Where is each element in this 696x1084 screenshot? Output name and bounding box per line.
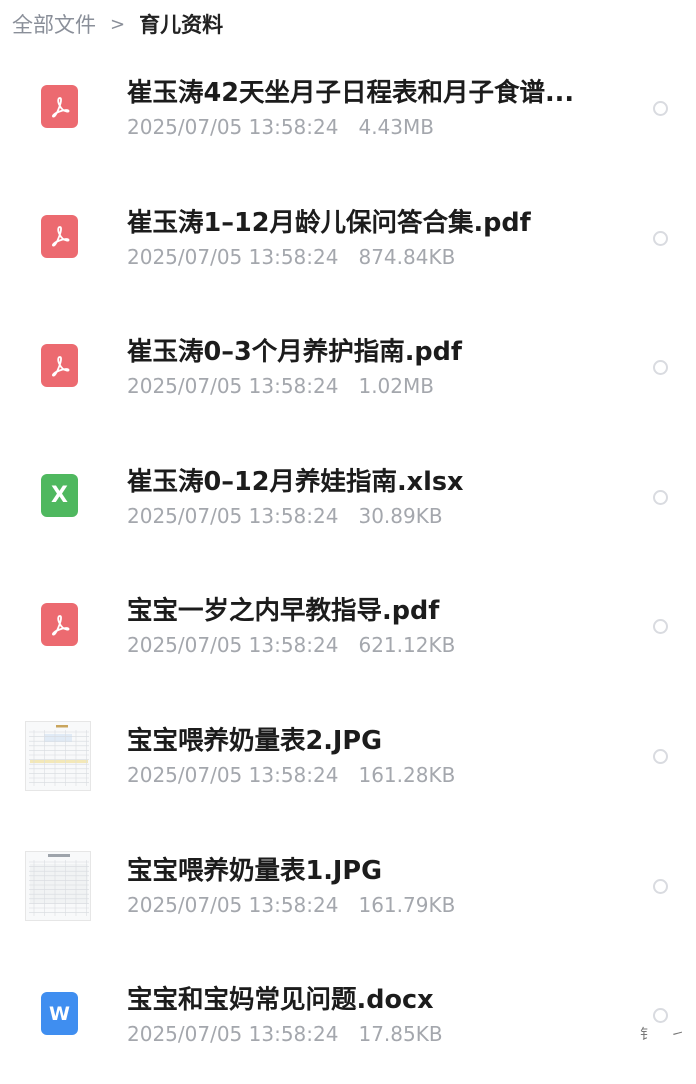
breadcrumb-current: 育儿资料: [139, 13, 224, 37]
select-radio[interactable]: [653, 878, 668, 894]
file-modified-date: 2025/07/05 13:58:24: [127, 892, 339, 917]
file-modified-date: 2025/07/05 13:58:24: [127, 633, 339, 658]
file-name[interactable]: 宝宝喂养奶量表1.JPG: [127, 850, 617, 887]
file-size: 30.89KB: [358, 503, 443, 528]
file-row[interactable]: 崔玉涛1–12月龄儿保问答合集.pdf 2025/07/05 13:58:24 87…: [0, 177, 696, 307]
breadcrumb: 全部文件 > 育儿资料: [12, 8, 223, 40]
pdf-icon: [41, 603, 78, 647]
file-row[interactable]: 宝宝喂养奶量表2.JPG 2025/07/05 13:58:24 161.28KB: [0, 695, 696, 825]
word-icon: W: [41, 992, 78, 1036]
breadcrumb-separator: >: [110, 13, 126, 35]
select-radio[interactable]: [653, 360, 668, 376]
file-name[interactable]: 崔玉涛0–3个月养护指南.pdf: [127, 331, 617, 368]
file-size: 17.85KB: [358, 1022, 443, 1047]
file-name[interactable]: 崔玉涛0–12月养娃指南.xlsx: [127, 461, 617, 498]
file-meta: 2025/07/05 13:58:24 874.84KB: [127, 245, 455, 269]
file-size: 161.79KB: [358, 892, 456, 917]
file-size: 621.12KB: [358, 633, 456, 658]
file-modified-date: 2025/07/05 13:58:24: [127, 115, 339, 139]
file-row[interactable]: 宝宝一岁之内早教指导.pdf 2025/07/05 13:58:24 621.12K…: [0, 565, 696, 695]
select-radio[interactable]: [653, 619, 668, 635]
image-thumbnail: [25, 850, 91, 921]
file-meta: 2025/07/05 13:58:24 30.89KB: [127, 504, 443, 528]
file-meta: 2025/07/05 13:58:24 1.02MB: [127, 374, 434, 398]
file-name[interactable]: 崔玉涛42天坐月子日程表和月子食谱...: [127, 72, 617, 109]
file-row[interactable]: 崔玉涛42天坐月子日程表和月子食谱... 2025/07/05 13:58:24 4…: [0, 47, 696, 177]
image-thumbnail: [25, 720, 91, 791]
select-radio[interactable]: [653, 748, 668, 764]
file-row[interactable]: X 崔玉涛0–12月养娃指南.xlsx 2025/07/05 13:58:24 30.…: [0, 436, 696, 566]
file-modified-date: 2025/07/05 13:58:24: [127, 244, 339, 269]
file-name[interactable]: 宝宝和宝妈常见问题.docx: [127, 979, 617, 1016]
file-meta: 2025/07/05 13:58:24 17.85KB: [127, 1022, 443, 1046]
file-name[interactable]: 宝宝喂养奶量表2.JPG: [127, 720, 617, 757]
file-row[interactable]: 崔玉涛0–3个月养护指南.pdf 2025/07/05 13:58:24 1.02M…: [0, 306, 696, 436]
select-radio[interactable]: [653, 230, 668, 246]
file-row[interactable]: W 宝宝和宝妈常见问题.docx 2025/07/05 13:58:24 17.85K…: [0, 954, 696, 1084]
file-meta: 2025/07/05 13:58:24 621.12KB: [127, 633, 455, 657]
file-size: 4.43MB: [358, 115, 434, 139]
file-name[interactable]: 宝宝一岁之内早教指导.pdf: [127, 590, 617, 627]
file-meta: 2025/07/05 13:58:24 4.43MB: [127, 115, 434, 139]
breadcrumb-root-link[interactable]: 全部文件: [12, 9, 96, 39]
select-radio[interactable]: [653, 101, 668, 116]
file-row[interactable]: 宝宝喂养奶量表1.JPG 2025/07/05 13:58:24 161.79KB: [0, 825, 696, 955]
file-modified-date: 2025/07/05 13:58:24: [127, 1022, 339, 1047]
file-size: 1.02MB: [358, 374, 434, 399]
pdf-icon: [41, 85, 78, 128]
file-name[interactable]: 崔玉涛1–12月龄儿保问答合集.pdf: [127, 202, 617, 239]
file-modified-date: 2025/07/05 13:58:24: [127, 503, 339, 528]
file-modified-date: 2025/07/05 13:58:24: [127, 762, 339, 787]
excel-icon: X: [41, 473, 78, 517]
file-meta: 2025/07/05 13:58:24 161.79KB: [127, 893, 455, 917]
file-modified-date: 2025/07/05 13:58:24: [127, 374, 339, 399]
pdf-icon: [41, 214, 78, 258]
file-meta: 2025/07/05 13:58:24 161.28KB: [127, 763, 455, 787]
file-size: 161.28KB: [358, 762, 456, 787]
watermark: 钅 ㇀: [640, 1027, 691, 1043]
file-size: 874.84KB: [358, 244, 456, 269]
pdf-icon: [41, 344, 78, 388]
file-list: 崔玉涛42天坐月子日程表和月子食谱... 2025/07/05 13:58:24 4…: [0, 47, 696, 1084]
select-radio[interactable]: [653, 489, 668, 505]
select-radio[interactable]: [653, 1008, 668, 1024]
